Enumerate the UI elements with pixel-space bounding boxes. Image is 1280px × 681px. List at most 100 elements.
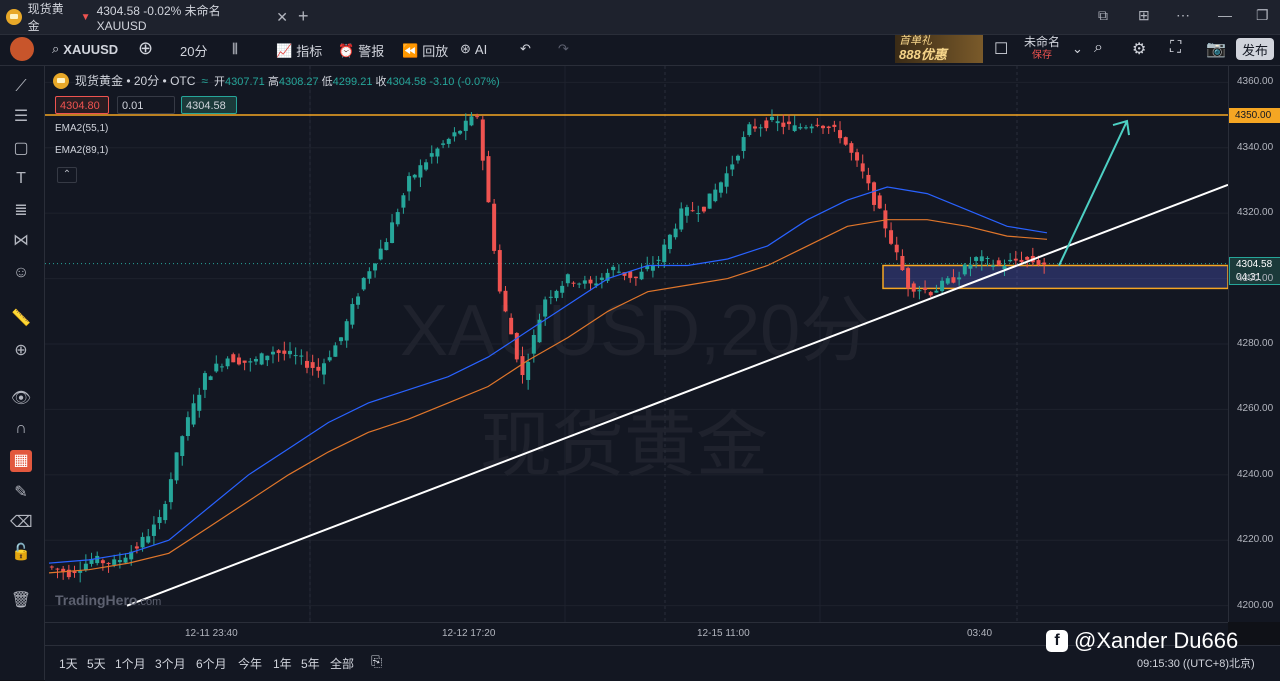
- resistance-price-tag: 4350.00: [1229, 108, 1280, 124]
- candle-body: [667, 234, 672, 250]
- pattern-icon[interactable]: ⋈: [10, 230, 32, 252]
- candle-body: [979, 256, 984, 262]
- candle-body: [378, 248, 383, 260]
- candle-body: [724, 173, 729, 187]
- chart-tab[interactable]: 现货黄金 ▼ 4304.58 -0.02% 未命名 XAUUSD ✕: [6, 2, 288, 33]
- candle-body: [582, 280, 587, 284]
- emoji-icon[interactable]: ☺: [10, 262, 32, 284]
- lock-icon[interactable]: 🔓: [10, 542, 32, 564]
- candle-body: [996, 260, 1001, 265]
- alarm-clock-icon: ⏰: [338, 42, 355, 58]
- replay-button[interactable]: ⏪ 回放: [402, 41, 448, 60]
- ruler-icon[interactable]: 📏: [10, 308, 32, 330]
- candle-body: [1008, 259, 1013, 262]
- candle-body: [418, 165, 423, 178]
- trash-icon[interactable]: 🗑: [10, 590, 32, 612]
- trend-line-icon[interactable]: ⟋: [10, 76, 32, 98]
- fib-icon[interactable]: ≣: [10, 200, 32, 222]
- candle-body: [293, 355, 298, 357]
- ema55-label[interactable]: EMA2(55,1): [55, 123, 108, 134]
- price-label: 4200.00: [1237, 599, 1274, 611]
- candle-body: [117, 560, 122, 563]
- more-icon[interactable]: ⋯: [1176, 7, 1190, 24]
- buy-price-button[interactable]: 4304.58: [181, 96, 237, 114]
- layout-icon[interactable]: ⊞: [1138, 7, 1150, 24]
- fullscreen-icon[interactable]: ⛶: [1170, 39, 1181, 57]
- date-range-icon[interactable]: ⎘: [371, 653, 382, 670]
- eraser-icon[interactable]: ⌫: [10, 512, 33, 534]
- eye-icon[interactable]: 👁: [10, 388, 32, 410]
- redo-icon[interactable]: ↷: [558, 41, 569, 57]
- range-3m[interactable]: 3个月: [155, 655, 186, 672]
- quantity-input[interactable]: 0.01: [117, 96, 175, 114]
- publish-button[interactable]: 发布: [1236, 38, 1274, 60]
- range-6m[interactable]: 6个月: [196, 655, 227, 672]
- horizontal-lines-icon[interactable]: ☰: [10, 106, 32, 128]
- range-5y[interactable]: 5年: [301, 655, 320, 672]
- social-handle: @Xander Du666: [1074, 628, 1239, 653]
- candle-body: [219, 366, 224, 368]
- candle-body: [270, 351, 275, 355]
- candle-body: [565, 274, 570, 284]
- magnet-icon[interactable]: ∩: [10, 418, 32, 440]
- avatar[interactable]: [10, 37, 34, 61]
- candle-body: [157, 517, 162, 523]
- candle-body: [701, 206, 706, 212]
- zoom-in-icon[interactable]: ⊕: [10, 340, 32, 362]
- settings-icon[interactable]: ⚙: [1132, 39, 1146, 59]
- layout-name[interactable]: 未命名 保存: [1024, 36, 1060, 62]
- undo-icon[interactable]: ↶: [520, 41, 531, 57]
- support-zone: [882, 264, 1228, 290]
- legend-toggle-icon[interactable]: ≈: [201, 74, 208, 88]
- candle-body: [991, 265, 996, 267]
- range-1y[interactable]: 1年: [273, 655, 292, 672]
- candle-body: [49, 566, 54, 568]
- range-1m[interactable]: 1个月: [115, 655, 146, 672]
- camera-icon[interactable]: 📷: [1206, 39, 1226, 59]
- candle-type-icon[interactable]: ⫼: [232, 41, 238, 57]
- range-all[interactable]: 全部: [330, 655, 354, 672]
- restore-icon[interactable]: ❐: [1256, 7, 1269, 24]
- candle-body: [134, 546, 139, 549]
- pen-lock-icon[interactable]: ✎: [10, 482, 32, 504]
- price-axis[interactable]: 4350.00 4304.58 04:31 4360.00 4340.00 4320…: [1228, 66, 1280, 622]
- interval-button[interactable]: 20分: [180, 41, 207, 60]
- candle-body: [225, 358, 230, 367]
- candle-body: [492, 203, 497, 251]
- candle-body: [1013, 258, 1018, 261]
- compare-add-icon[interactable]: ⊕: [138, 38, 153, 59]
- quick-search-icon[interactable]: ⌕: [1094, 39, 1103, 57]
- promo-banner[interactable]: 首单礼 888优惠: [895, 35, 983, 63]
- social-watermark: f @Xander Du666: [1046, 628, 1238, 654]
- new-tab-icon[interactable]: +: [298, 6, 309, 27]
- candle-body: [741, 137, 746, 151]
- close-icon[interactable]: ✕: [276, 9, 288, 26]
- range-5d[interactable]: 5天: [87, 655, 106, 672]
- symbol-search[interactable]: ⌕ XAUUSD: [52, 41, 118, 57]
- candle-body: [735, 155, 740, 161]
- minimize-icon[interactable]: —: [1218, 7, 1232, 23]
- collapse-legend-icon[interactable]: ⌃: [57, 167, 77, 183]
- brand-domain: .com: [137, 596, 162, 608]
- chart-pane[interactable]: XAUUSD,20分 现货黄金 现货黄金 • 20分 • OTC ≈ 开4307…: [45, 66, 1228, 622]
- range-1d[interactable]: 1天: [59, 655, 78, 672]
- indicators-button[interactable]: 📈 指标: [276, 41, 322, 60]
- ema89-label[interactable]: EMA2(89,1): [55, 145, 108, 156]
- range-ytd[interactable]: 今年: [238, 655, 262, 672]
- screenshot-window-icon[interactable]: ⧉: [1098, 7, 1108, 24]
- alert-button[interactable]: ⏰ 警报: [338, 41, 384, 60]
- ai-button[interactable]: ⊛ AI: [460, 41, 487, 57]
- candle-body: [798, 127, 803, 129]
- candle-body: [350, 304, 355, 325]
- tab-bar: 现货黄金 ▼ 4304.58 -0.02% 未命名 XAUUSD ✕ + ⧉ ⊞…: [0, 0, 1280, 35]
- low-label: 低: [321, 75, 333, 88]
- checkbox-icon[interactable]: ☐: [994, 39, 1008, 59]
- high-value: 4308.27: [278, 75, 319, 88]
- price-chart[interactable]: [45, 66, 1228, 622]
- calendar-icon[interactable]: ▦: [10, 450, 32, 472]
- chevron-down-icon[interactable]: ⌄: [1072, 41, 1083, 57]
- text-icon[interactable]: T: [10, 168, 32, 190]
- candle-body: [809, 126, 814, 129]
- rectangle-icon[interactable]: ▢: [10, 138, 32, 160]
- sell-price-button[interactable]: 4304.80: [55, 96, 109, 114]
